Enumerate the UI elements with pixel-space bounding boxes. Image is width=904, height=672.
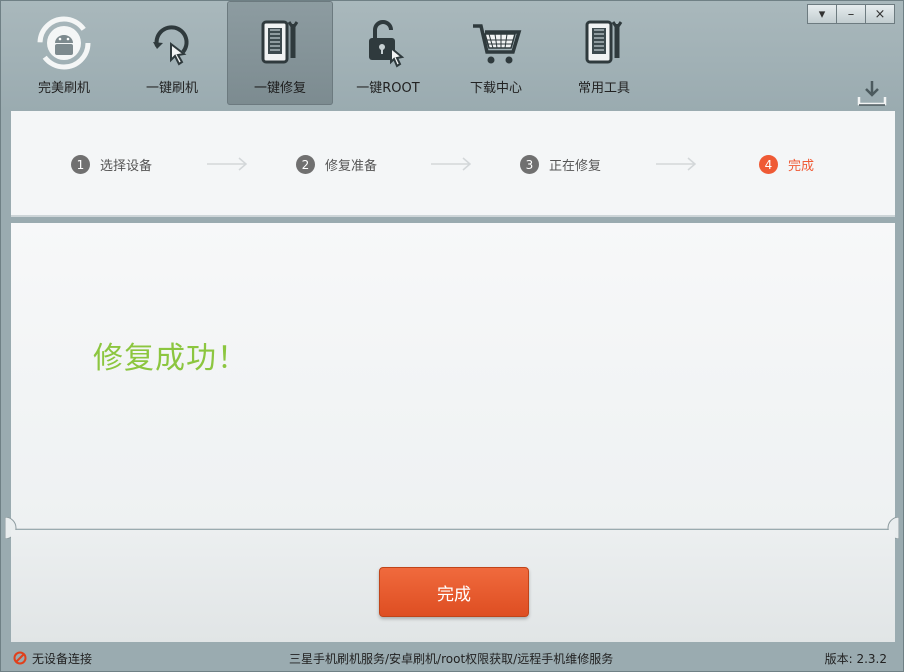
services-link[interactable]: 三星手机刷机服务/安卓刷机/root权限获取/远程手机维修服务 [289, 650, 613, 667]
status-bar: 无设备连接 三星手机刷机服务/安卓刷机/root权限获取/远程手机维修服务 版本… [1, 644, 903, 672]
app-window: 完美刷机 一键刷机 一键修复 一键ROOT 下载中心 常用工具 ▾ – × 1 … [0, 0, 904, 672]
cart-icon [468, 15, 524, 71]
tool-label: 一键ROOT [356, 81, 420, 96]
success-message: 修复成功！ [93, 341, 248, 376]
step-label: 完成 [788, 159, 815, 174]
no-device-icon [13, 651, 27, 665]
main-toolbar: 完美刷机 一键刷机 一键修复 一键ROOT 下载中心 常用工具 [11, 1, 659, 107]
step-number: 2 [296, 155, 315, 174]
tool-perfect-flash[interactable]: 完美刷机 [11, 1, 117, 105]
unlock-icon [360, 15, 416, 71]
progress-steps: 1 选择设备 2 修复准备 3 正在修复 4 完成 [11, 111, 895, 217]
tool-label: 一键修复 [253, 81, 306, 96]
step-select-device: 1 选择设备 [71, 155, 152, 174]
step-label: 选择设备 [100, 159, 153, 174]
tool-one-click-root[interactable]: 一键ROOT [335, 1, 441, 105]
action-area: 完成 [11, 530, 895, 642]
phone-wrench-icon [252, 15, 308, 71]
step-number: 1 [71, 155, 90, 174]
tool-label: 一键刷机 [145, 81, 198, 96]
tool-common-tools[interactable]: 常用工具 [551, 1, 657, 105]
step-number: 3 [520, 155, 539, 174]
step-label: 正在修复 [549, 159, 602, 174]
arrow-right-icon [207, 157, 248, 171]
android-refresh-icon [36, 15, 92, 71]
minimize-button[interactable]: – [836, 4, 866, 24]
step-complete: 4 完成 [759, 155, 814, 174]
tool-label: 常用工具 [577, 81, 630, 96]
close-button[interactable]: × [865, 4, 895, 24]
tool-label: 下载中心 [469, 81, 522, 96]
phone-tools-icon [576, 15, 632, 71]
window-controls: ▾ – × [807, 4, 895, 24]
finish-button[interactable]: 完成 [379, 567, 529, 617]
device-status-text: 无设备连接 [32, 651, 93, 666]
refresh-touch-icon [144, 15, 200, 71]
tool-download-center[interactable]: 下载中心 [443, 1, 549, 105]
result-panel: 修复成功！ [11, 223, 895, 529]
step-repair-prepare: 2 修复准备 [296, 155, 377, 174]
step-number: 4 [759, 155, 778, 174]
download-icon[interactable] [857, 79, 887, 107]
tool-one-click-flash[interactable]: 一键刷机 [119, 1, 225, 105]
step-label: 修复准备 [325, 159, 378, 174]
arrow-right-icon [656, 157, 697, 171]
menu-button[interactable]: ▾ [807, 4, 837, 24]
version-text: 版本: 2.3.2 [824, 651, 887, 666]
device-status: 无设备连接 [13, 650, 92, 667]
tool-label: 完美刷机 [37, 81, 90, 96]
arrow-right-icon [431, 157, 472, 171]
tool-one-click-repair[interactable]: 一键修复 [227, 1, 333, 105]
step-repairing: 3 正在修复 [520, 155, 601, 174]
